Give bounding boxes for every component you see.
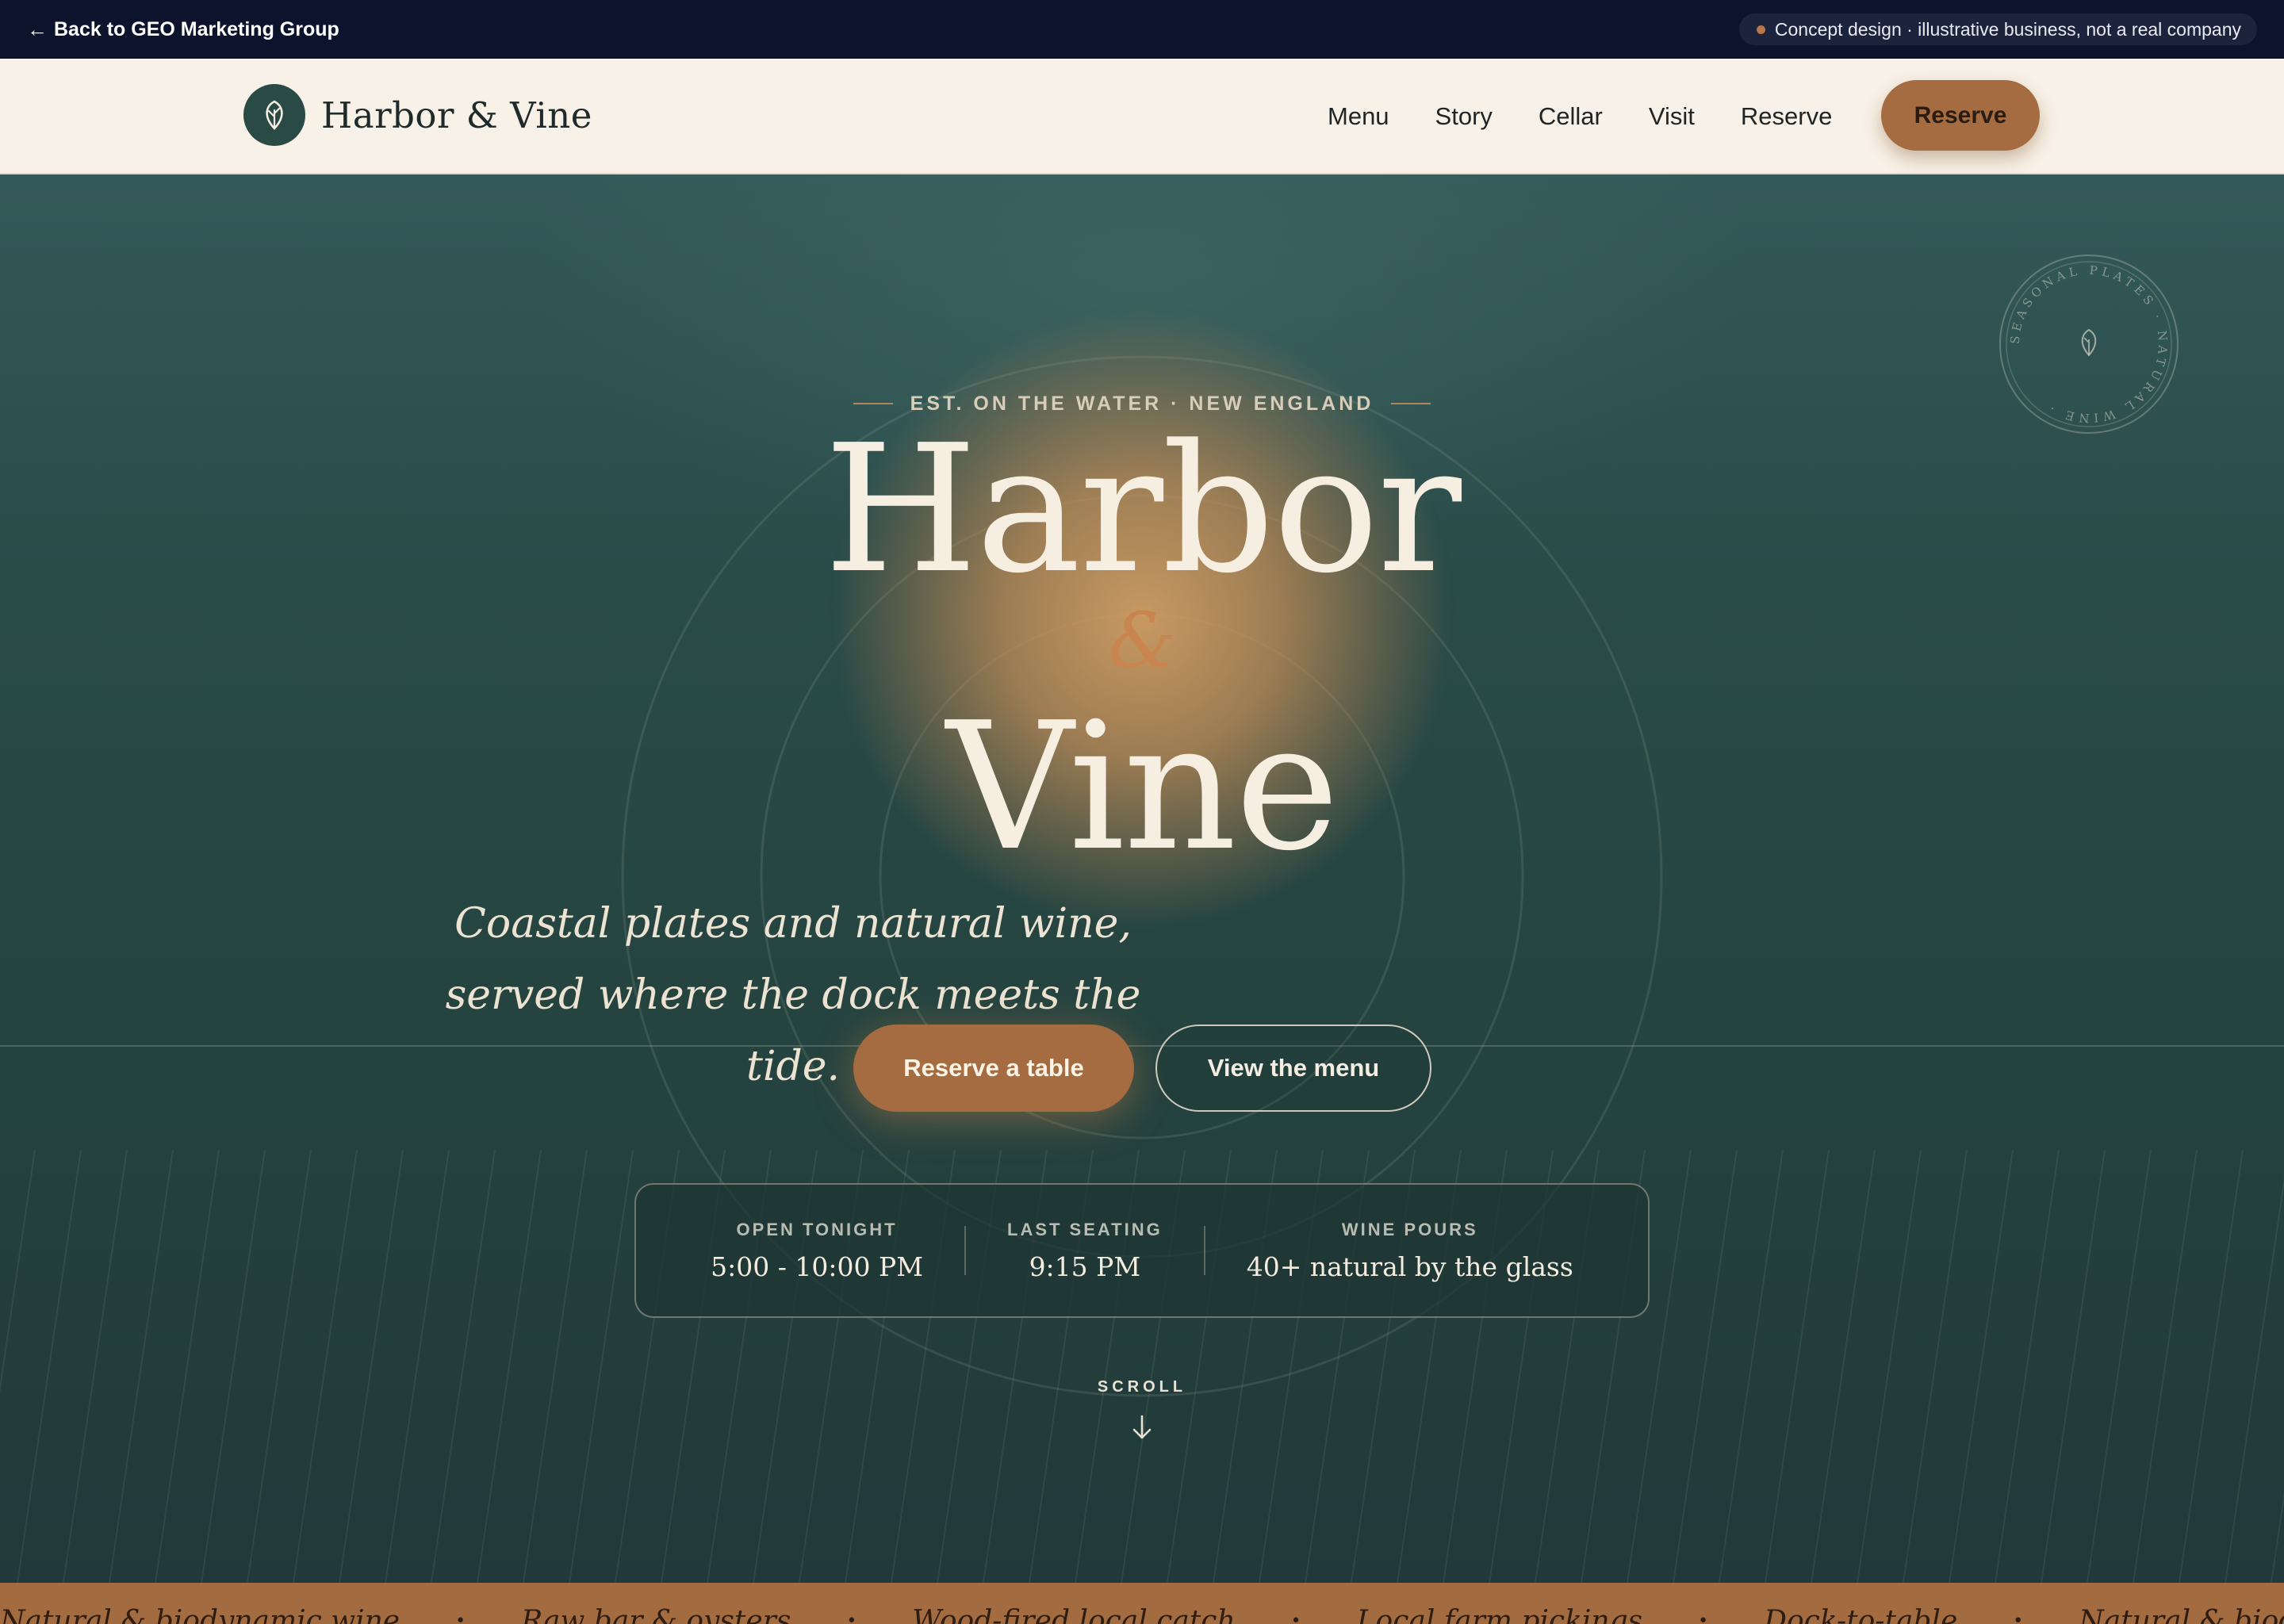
hours-label: LAST SEATING [1007,1219,1163,1239]
marquee-item-text: Local farm pickings [1356,1605,1643,1624]
marquee-item: Natural & biodynamic wine• [2079,1605,2284,1624]
hero-title-ampersand: & [1108,596,1176,685]
hours-last-seating: LAST SEATING 9:15 PM [966,1220,1204,1282]
back-link-label: Back to GEO Marketing Group [54,17,339,40]
marquee-separator-icon: • [1290,1611,1301,1624]
hours-value: 5:00 - 10:00 PM [711,1251,923,1282]
hero-title-vine: Vine [946,685,1339,890]
concept-badge-label: Concept design · illustrative business, … [1774,18,2241,40]
brand-name: Harbor & Vine [321,94,592,136]
leaf-logo-icon [243,84,305,146]
marquee-item-text: Dock-to-table [1764,1605,1958,1624]
reserve-table-button[interactable]: Reserve a table [853,1025,1134,1112]
brand-home-link[interactable]: Harbor & Vine [243,84,592,146]
hours-wine-pours: WINE POURS 40+ natural by the glass [1205,1220,1615,1282]
eyebrow-rule-right [1391,403,1431,404]
marquee-separator-icon: • [2013,1611,2024,1624]
marquee-item: Dock-to-table • [1764,1605,2023,1624]
scroll-cue-label[interactable]: SCROLL [1063,1378,1221,1396]
arrow-left-icon: ← [27,17,48,41]
hours-value: 9:15 PM [1029,1251,1141,1282]
status-dot-icon [1756,25,1765,34]
eyebrow-rule-left [853,403,893,404]
marquee-item: Raw bar & oysters • [521,1605,856,1624]
nav-link-cellar[interactable]: Cellar [1539,102,1603,131]
seasonal-seal-badge: SEASONAL PLATES · NATURAL WINE · [1999,255,2179,434]
marquee-separator-icon: • [846,1611,857,1624]
marquee-item-text: Natural & biodynamic wine [2079,1605,2284,1624]
marquee-separator-icon: • [455,1611,466,1624]
marquee-track: Natural & biodynamic wine • Raw bar & oyst… [0,1605,2284,1624]
nav-link-story[interactable]: Story [1435,102,1493,131]
marquee-separator-icon: • [1698,1611,1709,1624]
top-strip: ← Back to GEO Marketing Group Concept de… [0,0,2284,59]
hours-label: WINE POURS [1341,1219,1478,1239]
concept-badge: Concept design · illustrative business, … [1738,13,2257,45]
marquee-item-text: Natural & biodynamic wine [0,1605,400,1624]
nav-link-reserve[interactable]: Reserve [1741,102,1832,131]
hero-section: SEASONAL PLATES · NATURAL WINE · EST. ON… [0,174,2284,1583]
site-header: Harbor & Vine Menu Story Cellar Visit Re… [0,59,2284,174]
view-menu-button[interactable]: View the menu [1155,1025,1431,1112]
back-link[interactable]: ← Back to GEO Marketing Group [27,18,339,41]
hours-card: OPEN TONIGHT 5:00 - 10:00 PM LAST SEATIN… [634,1183,1650,1318]
marquee-item: Wood-fired local catch • [912,1605,1301,1624]
nav-link-visit[interactable]: Visit [1649,102,1695,131]
marquee-band: Natural & biodynamic wine • Raw bar & oyst… [0,1583,2284,1624]
hours-value: 40+ natural by the glass [1246,1251,1573,1282]
hours-label: OPEN TONIGHT [736,1219,898,1239]
hero-title-harbor: Harbor [824,408,1462,612]
hours-open-tonight: OPEN TONIGHT 5:00 - 10:00 PM [669,1220,964,1282]
marquee-item: Natural & biodynamic wine • [0,1605,466,1624]
nav-link-menu[interactable]: Menu [1328,102,1389,131]
arrow-down-icon[interactable] [1130,1413,1154,1442]
primary-nav: Menu Story Cellar Visit Reserve [1328,59,1878,174]
marquee-item-text: Raw bar & oysters [521,1605,791,1624]
marquee-item: Local farm pickings • [1357,1605,1708,1624]
marquee-item-text: Wood-fired local catch [912,1605,1236,1624]
header-reserve-button[interactable]: Reserve [1881,80,2040,151]
